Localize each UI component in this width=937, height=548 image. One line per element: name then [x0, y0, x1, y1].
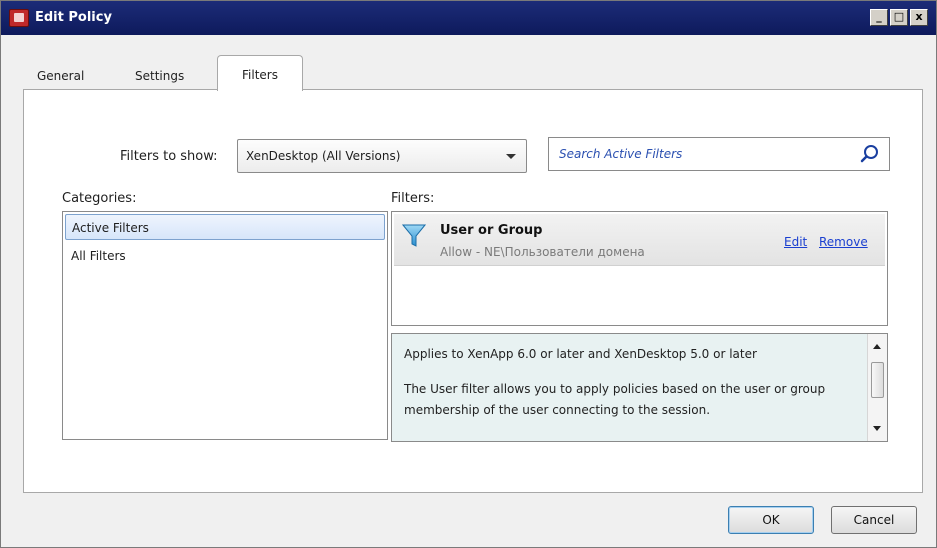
edit-policy-window: Edit Policy _ □ x General Settings Filte…	[0, 0, 937, 548]
cancel-button[interactable]: Cancel	[831, 506, 917, 534]
categories-label: Categories:	[62, 191, 137, 206]
category-all-filters[interactable]: All Filters	[65, 243, 385, 269]
remove-filter-link[interactable]: Remove	[819, 235, 868, 249]
description-line-details: The User filter allows you to apply poli…	[404, 382, 826, 417]
categories-list: Active Filters All Filters	[62, 211, 388, 440]
close-button[interactable]: x	[910, 9, 928, 26]
search-active-filters-input[interactable]	[548, 137, 890, 171]
window-title: Edit Policy	[35, 10, 112, 25]
tab-filters[interactable]: Filters	[217, 55, 303, 91]
scroll-up-icon[interactable]	[873, 344, 881, 349]
maximize-button[interactable]: □	[890, 9, 908, 26]
ok-button[interactable]: OK	[728, 506, 814, 534]
filters-panel: Filters to show: XenDesktop (All Version…	[23, 89, 923, 493]
tab-settings[interactable]: Settings	[129, 63, 190, 89]
window-controls: _ □ x	[870, 9, 928, 26]
scroll-down-icon[interactable]	[873, 426, 881, 431]
description-line-applies: Applies to XenApp 6.0 or later and XenDe…	[404, 347, 757, 361]
filter-description: Allow - NE\Пользователи домена	[440, 245, 645, 259]
tab-general[interactable]: General	[31, 63, 90, 89]
search-icon[interactable]	[860, 144, 880, 164]
filter-name: User or Group	[440, 223, 543, 238]
filters-to-show-label: Filters to show:	[120, 149, 218, 164]
description-scrollbar[interactable]	[867, 334, 887, 441]
filters-label: Filters:	[391, 191, 435, 206]
funnel-icon	[402, 224, 426, 247]
app-icon	[9, 9, 29, 27]
category-active-filters[interactable]: Active Filters	[65, 214, 385, 240]
description-text: Applies to XenApp 6.0 or later and XenDe…	[404, 344, 854, 435]
edit-filter-link[interactable]: Edit	[784, 235, 807, 249]
filter-description-box: Applies to XenApp 6.0 or later and XenDe…	[391, 333, 888, 442]
scroll-thumb[interactable]	[871, 362, 884, 398]
filters-list: User or Group Allow - NE\Пользователи до…	[391, 211, 888, 326]
filters-to-show-value: XenDesktop (All Versions)	[246, 149, 401, 163]
minimize-button[interactable]: _	[870, 9, 888, 26]
filters-to-show-select[interactable]: XenDesktop (All Versions)	[237, 139, 527, 173]
title-bar[interactable]: Edit Policy _ □ x	[1, 1, 936, 35]
filter-item-user-or-group[interactable]: User or Group Allow - NE\Пользователи до…	[394, 214, 885, 266]
chevron-down-icon	[506, 154, 516, 159]
